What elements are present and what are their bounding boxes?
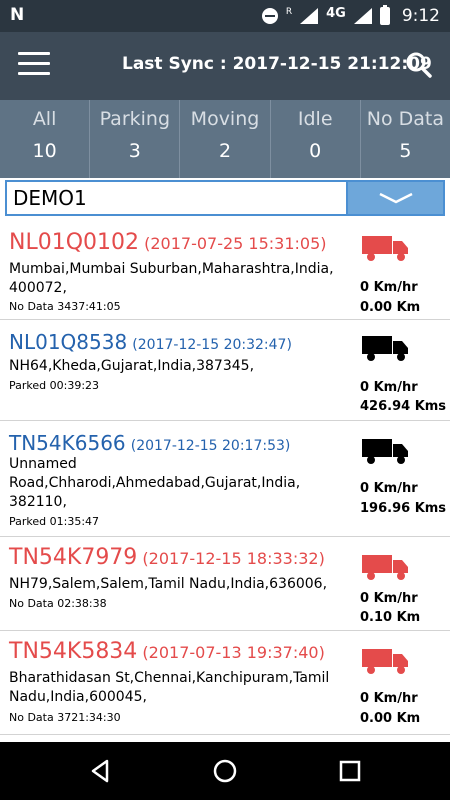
truck-icon (362, 439, 408, 464)
vehicle-speed: 0 Km/hr (360, 380, 418, 395)
vehicle-item[interactable]: NL01Q0102 (2017-07-25 15:31:05) Mumbai,M… (0, 222, 450, 320)
vehicle-plate: NL01Q0102 (9, 230, 140, 255)
vehicle-item[interactable]: TN54K7979 (2017-12-15 18:33:32) NH79,Sal… (0, 537, 450, 631)
tab-label: Moving (190, 108, 260, 130)
vehicle-status: No Data 3437:41:05 (9, 300, 121, 313)
vehicle-address: NH79,Salem,Salem,Tamil Nadu,India,636006… (9, 576, 328, 592)
truck-icon (362, 649, 408, 674)
vehicle-speed: 0 Km/hr (360, 481, 418, 496)
hamburger-line (18, 72, 50, 75)
tab-parking[interactable]: Parking 3 (90, 100, 181, 178)
vehicle-distance: 0.00 Km (360, 711, 421, 726)
vehicle-distance: 0.00 Km (360, 300, 421, 315)
clock: 9:12 (401, 6, 440, 26)
truck-icon (362, 555, 408, 580)
tab-label: No Data (366, 108, 445, 130)
vehicle-plate: TN54K7979 (9, 545, 138, 570)
vehicle-address: Unnamed Road,Chharodi,Ahmedabad,Gujarat,… (9, 456, 301, 510)
vehicle-plate: TN54K6566 (9, 431, 126, 455)
hamburger-icon (18, 52, 50, 55)
group-dropdown-button[interactable] (348, 180, 445, 216)
tab-idle[interactable]: Idle 0 (271, 100, 361, 178)
vehicle-status: No Data 02:38:38 (9, 597, 107, 610)
hamburger-line (18, 62, 50, 65)
vehicle-status: Parked 01:35:47 (9, 515, 100, 528)
tab-count: 5 (399, 140, 412, 162)
vehicle-plate: TN54K5834 (9, 639, 138, 664)
vehicle-title: TN54K6566 (2017-12-15 20:17:53) (9, 431, 290, 455)
vehicle-item[interactable]: NL01Q8538 (2017-12-15 20:32:47) NH64,Khe… (0, 320, 450, 421)
vehicle-title: TN54K5834 (2017-07-13 19:37:40) (9, 639, 325, 664)
tab-label: Idle (297, 108, 333, 130)
vehicle-address: NH64,Kheda,Gujarat,India,387345, (9, 358, 255, 374)
vehicle-distance: 196.96 Kms (360, 501, 447, 516)
app-toolbar: Last Sync : 2017-12-15 21:12:09 (0, 32, 450, 100)
vehicle-item[interactable]: TN54K6566 (2017-12-15 20:17:53) Unnamed … (0, 421, 450, 537)
status-tabs: All 10 Parking 3 Moving 2 Idle 0 No Data… (0, 100, 450, 178)
vehicle-list: NL01Q0102 (2017-07-25 15:31:05) Mumbai,M… (0, 222, 450, 742)
tab-all[interactable]: All 10 (0, 100, 91, 178)
last-sync-label: Last Sync : 2017-12-15 21:12:09 (122, 54, 432, 74)
tab-count: 3 (128, 140, 141, 162)
tab-count: 2 (218, 140, 232, 162)
status-bar: N R 4G 9:12 (0, 0, 450, 32)
battery-icon (379, 5, 390, 25)
back-icon (91, 759, 109, 783)
vehicle-title: NL01Q0102 (2017-07-25 15:31:05) (9, 230, 327, 255)
vehicle-timestamp: (2017-12-15 18:33:32) (142, 549, 325, 568)
truck-icon (362, 236, 408, 261)
menu-button[interactable] (18, 52, 50, 78)
vehicle-status: No Data 3721:34:30 (9, 711, 121, 724)
tab-label: Parking (99, 108, 171, 130)
tab-count: 10 (32, 140, 57, 162)
network-type: 4G (326, 5, 346, 21)
vehicle-distance: 0.10 Km (360, 610, 421, 625)
signal-icon (300, 8, 319, 24)
vehicle-distance: 426.94 Kms (360, 399, 447, 414)
tab-label: All (32, 108, 57, 130)
vehicle-speed: 0 Km/hr (360, 691, 418, 706)
vehicle-title: NL01Q8538 (2017-12-15 20:32:47) (9, 330, 292, 354)
vehicle-timestamp: (2017-07-25 15:31:05) (144, 234, 327, 253)
recents-button[interactable] (335, 756, 365, 786)
signal-2-icon (353, 8, 372, 24)
vehicle-plate: NL01Q8538 (9, 330, 128, 354)
recents-icon (339, 760, 361, 782)
truck-icon (362, 336, 408, 361)
search-icon (406, 52, 432, 78)
vehicle-title: TN54K7979 (2017-12-15 18:33:32) (9, 545, 325, 570)
vehicle-status: Parked 00:39:23 (9, 379, 100, 392)
vehicle-timestamp: (2017-12-15 20:17:53) (130, 438, 291, 454)
vehicle-item[interactable]: TN54K5834 (2017-07-13 19:37:40) Bharathi… (0, 631, 450, 735)
tab-no-data[interactable]: No Data 5 (361, 100, 450, 178)
home-icon (213, 759, 237, 783)
roaming-indicator: R (285, 7, 293, 17)
notification-n-icon: N (10, 5, 25, 25)
status-icons: R 4G 9:12 (261, 0, 440, 32)
back-button[interactable] (85, 756, 115, 786)
tab-count: 0 (309, 140, 322, 162)
do-not-disturb-icon (261, 8, 278, 24)
home-button[interactable] (210, 756, 240, 786)
vehicle-address: Bharathidasan St,Chennai,Kanchipuram,Tam… (9, 670, 330, 705)
vehicle-filter (5, 180, 445, 216)
vehicle-timestamp: (2017-12-15 20:32:47) (132, 337, 292, 353)
vehicle-timestamp: (2017-07-13 19:37:40) (142, 643, 325, 662)
chevron-down-icon (378, 192, 413, 204)
tab-moving[interactable]: Moving 2 (180, 100, 271, 178)
vehicle-speed: 0 Km/hr (360, 591, 418, 606)
system-nav-bar (0, 742, 450, 800)
vehicle-speed: 0 Km/hr (360, 280, 418, 295)
search-button[interactable] (404, 50, 434, 80)
vehicle-address: Mumbai,Mumbai Suburban,Maharashtra,India… (9, 261, 334, 296)
group-filter-input[interactable] (5, 180, 348, 216)
